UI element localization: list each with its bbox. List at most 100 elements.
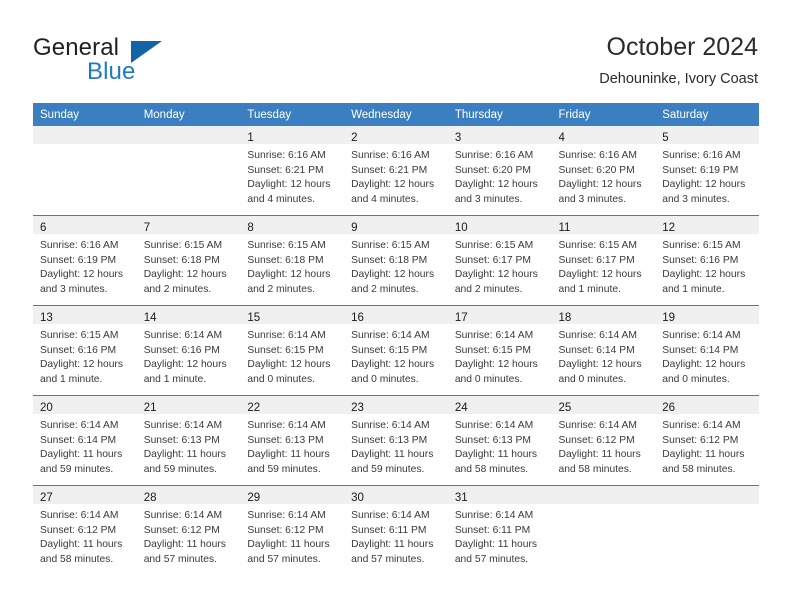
day-detail-line: Daylight: 12 hours [558,359,642,371]
day-number-band: 5 [655,126,759,144]
calendar-day-cell[interactable]: 28 Sunrise: 6:14 AM Sunset: 6:12 PM Dayligh… [136,485,241,575]
day-detail-line: Sunrise: 6:14 AM [247,330,326,341]
day-number: 19 [662,312,676,324]
calendar-day-cell[interactable]: 13 Sunrise: 6:15 AM Sunset: 6:16 PM Dayligh… [33,305,137,396]
day-detail-line: Sunset: 6:12 PM [40,524,117,536]
day-details: Sunrise: 6:14 AM Sunset: 6:13 PM Daylight:… [240,414,344,477]
calendar-body: 1 Sunrise: 6:16 AM Sunset: 6:21 PM Daylight… [33,126,759,575]
day-number-band: 8 [240,216,345,234]
calendar-day-cell[interactable]: 1 Sunrise: 6:16 AM Sunset: 6:21 PM Daylight… [240,126,345,216]
day-detail-line: Sunset: 6:18 PM [247,254,324,266]
calendar-day-cell[interactable]: 31 Sunrise: 6:14 AM Sunset: 6:11 PM Dayligh… [447,485,552,575]
day-detail-line: Sunrise: 6:14 AM [143,510,223,521]
calendar-day-cell[interactable]: 22 Sunrise: 6:14 AM Sunset: 6:13 PM Dayligh… [240,395,345,486]
day-detail-line: Daylight: 12 hours [558,269,642,281]
calendar-day-cell[interactable]: 26 Sunrise: 6:14 AM Sunset: 6:12 PM Dayligh… [655,395,759,486]
day-number: 23 [351,402,364,414]
day-number: 14 [143,312,157,324]
day-number: 6 [40,222,47,234]
day-detail-line: Daylight: 12 hours [247,179,331,191]
day-detail-line: Sunrise: 6:16 AM [558,150,637,161]
day-detail-line: Daylight: 11 hours [143,449,226,461]
day-detail-line: and 2 minutes. [454,283,523,295]
day-detail-line: Daylight: 11 hours [454,539,538,551]
calendar-day-cell[interactable]: 10 Sunrise: 6:15 AM Sunset: 6:17 PM Dayligh… [447,215,552,306]
day-detail-line: Sunset: 6:20 PM [454,164,531,176]
day-number-band: 22 [240,396,345,414]
day-detail-line: Sunset: 6:12 PM [662,434,739,446]
day-details: Sunrise: 6:14 AM Sunset: 6:15 PM Daylight:… [344,324,448,387]
day-detail-line: Daylight: 12 hours [143,269,227,281]
day-details: Sunrise: 6:16 AM Sunset: 6:19 PM Daylight:… [33,234,137,297]
day-details: Sunrise: 6:16 AM Sunset: 6:20 PM Daylight:… [552,144,656,207]
day-number: 1 [247,132,254,144]
day-detail-line: Sunset: 6:14 PM [558,344,635,356]
calendar-day-cell[interactable]: 21 Sunrise: 6:14 AM Sunset: 6:13 PM Dayligh… [136,395,241,486]
day-number: 3 [454,132,462,144]
day-detail-line: Sunset: 6:15 PM [454,344,531,356]
calendar-day-cell[interactable]: 24 Sunrise: 6:14 AM Sunset: 6:13 PM Dayligh… [447,395,552,486]
day-detail-line: Sunset: 6:17 PM [454,254,531,266]
calendar-day-cell[interactable]: 12 Sunrise: 6:15 AM Sunset: 6:16 PM Dayligh… [655,215,759,306]
day-number-band: 10 [447,216,552,234]
brand-logo[interactable]: General Blue [33,34,263,90]
day-detail-line: Sunset: 6:11 PM [454,524,531,536]
day-detail-line: Sunset: 6:19 PM [40,254,117,266]
day-detail-line: Daylight: 12 hours [351,269,435,281]
day-details: Sunrise: 6:15 AM Sunset: 6:16 PM Daylight:… [655,234,759,297]
calendar-day-cell[interactable]: 17 Sunrise: 6:14 AM Sunset: 6:15 PM Dayligh… [447,305,552,396]
calendar-day-cell-empty [655,485,759,575]
day-detail-line: Sunset: 6:13 PM [351,434,428,446]
calendar-day-cell[interactable]: 18 Sunrise: 6:14 AM Sunset: 6:14 PM Dayligh… [551,305,656,396]
day-detail-line: Sunset: 6:20 PM [558,164,635,176]
calendar-day-cell[interactable]: 3 Sunrise: 6:16 AM Sunset: 6:20 PM Daylight… [447,126,552,216]
weekday-header-thursday: Thursday [447,103,552,126]
day-number-band: 16 [344,306,448,324]
day-details: Sunrise: 6:14 AM Sunset: 6:12 PM Daylight:… [33,504,137,567]
day-number: 12 [662,222,676,234]
day-detail-line: Daylight: 11 hours [351,539,434,551]
calendar-day-cell[interactable]: 9 Sunrise: 6:15 AM Sunset: 6:18 PM Daylight… [344,215,448,306]
day-detail-line: Daylight: 11 hours [40,449,123,461]
calendar-day-cell[interactable]: 19 Sunrise: 6:14 AM Sunset: 6:14 PM Dayligh… [655,305,759,396]
day-number: 20 [40,402,53,414]
calendar-day-cell-empty [551,485,656,575]
calendar-day-cell[interactable]: 5 Sunrise: 6:16 AM Sunset: 6:19 PM Daylight… [655,126,759,216]
day-number-band: 7 [136,216,241,234]
weekday-header-sunday: Sunday [33,103,137,126]
day-number-band: 1 [240,126,345,144]
day-detail-line: and 59 minutes. [143,463,217,475]
day-detail-line: and 59 minutes. [351,463,425,475]
day-number: 7 [143,222,151,234]
day-detail-line: Sunrise: 6:15 AM [558,240,637,251]
calendar-day-cell[interactable]: 4 Sunrise: 6:16 AM Sunset: 6:20 PM Daylight… [551,126,656,216]
day-detail-line: and 1 minute. [558,283,621,295]
calendar-day-cell[interactable]: 23 Sunrise: 6:14 AM Sunset: 6:13 PM Dayligh… [344,395,448,486]
day-number: 30 [351,492,364,504]
calendar-day-cell[interactable]: 15 Sunrise: 6:14 AM Sunset: 6:15 PM Dayligh… [240,305,345,396]
day-detail-line: and 3 minutes. [558,193,627,205]
calendar-day-cell[interactable]: 11 Sunrise: 6:15 AM Sunset: 6:17 PM Dayligh… [551,215,656,306]
calendar-day-cell[interactable]: 25 Sunrise: 6:14 AM Sunset: 6:12 PM Dayligh… [551,395,656,486]
calendar-page: General Blue October 2024 Dehouninke, Iv… [0,0,792,612]
calendar-day-cell[interactable]: 27 Sunrise: 6:14 AM Sunset: 6:12 PM Dayligh… [33,485,137,575]
day-detail-line: Sunset: 6:14 PM [662,344,739,356]
calendar-day-cell[interactable]: 29 Sunrise: 6:14 AM Sunset: 6:12 PM Dayligh… [240,485,345,575]
calendar-day-cell[interactable]: 14 Sunrise: 6:14 AM Sunset: 6:16 PM Dayligh… [136,305,241,396]
calendar-day-cell[interactable]: 16 Sunrise: 6:14 AM Sunset: 6:15 PM Dayligh… [344,305,448,396]
calendar-day-cell[interactable]: 6 Sunrise: 6:16 AM Sunset: 6:19 PM Daylight… [33,215,137,306]
day-number-band [655,486,759,504]
day-number-band: 28 [136,486,241,504]
calendar-day-cell[interactable]: 2 Sunrise: 6:16 AM Sunset: 6:21 PM Daylight… [344,126,448,216]
day-details: Sunrise: 6:14 AM Sunset: 6:14 PM Daylight:… [552,324,656,387]
calendar-day-cell[interactable]: 30 Sunrise: 6:14 AM Sunset: 6:11 PM Dayligh… [344,485,448,575]
day-detail-line: Daylight: 11 hours [662,449,745,461]
day-detail-line: Sunset: 6:15 PM [351,344,428,356]
calendar-day-cell[interactable]: 7 Sunrise: 6:15 AM Sunset: 6:18 PM Daylight… [136,215,241,306]
day-number: 27 [40,492,53,504]
day-detail-line: Sunset: 6:13 PM [143,434,220,446]
day-detail-line: Daylight: 12 hours [454,269,538,281]
day-detail-line: Sunset: 6:16 PM [40,344,117,356]
calendar-day-cell[interactable]: 20 Sunrise: 6:14 AM Sunset: 6:14 PM Dayligh… [33,395,137,486]
calendar-day-cell[interactable]: 8 Sunrise: 6:15 AM Sunset: 6:18 PM Daylight… [240,215,345,306]
